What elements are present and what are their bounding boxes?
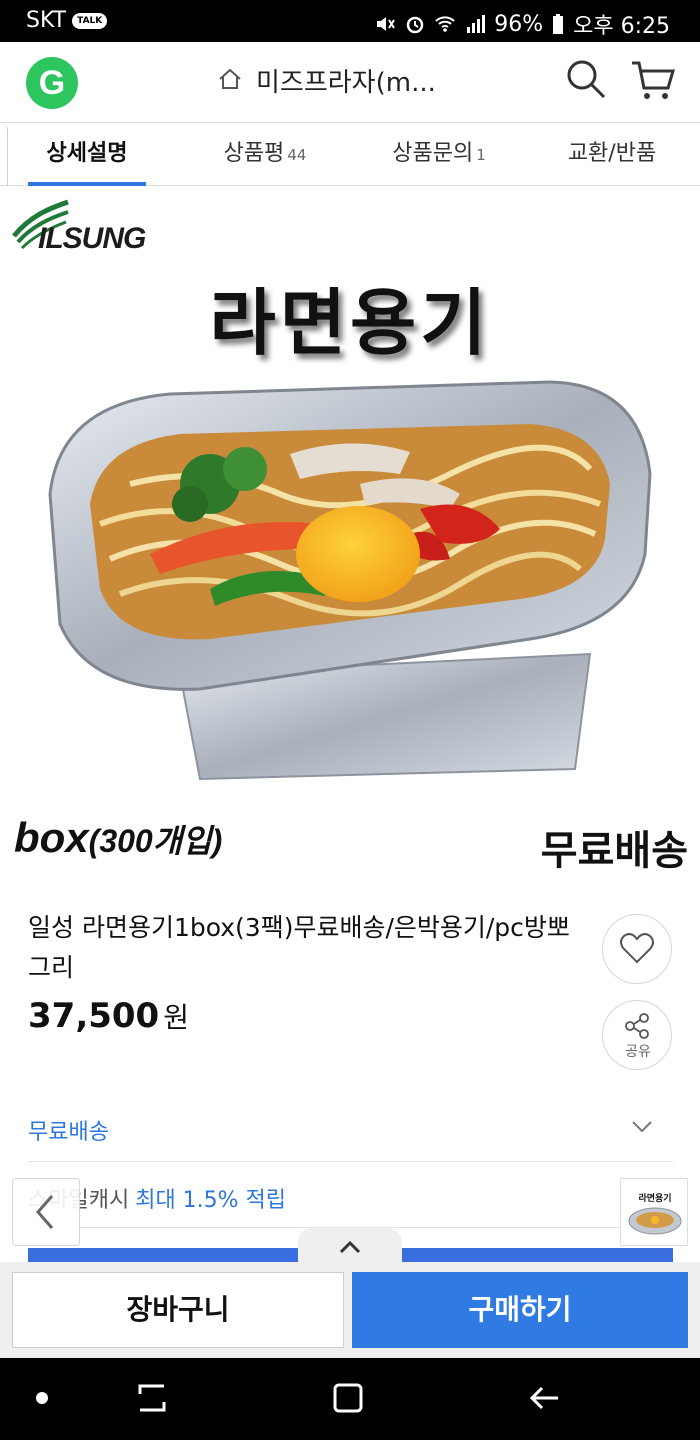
heart-icon bbox=[620, 933, 654, 964]
tab-reviews[interactable]: 상품평 44 bbox=[200, 123, 330, 186]
thumbnail-image bbox=[628, 1207, 682, 1235]
gmarket-logo[interactable]: G bbox=[26, 57, 78, 109]
detail-tabs: 상세설명 상품평 44 상품문의 1 교환/반품 bbox=[0, 122, 700, 186]
ramen-container-photo bbox=[48, 380, 652, 781]
price-value: 37,500 bbox=[28, 996, 160, 1036]
expand-panel-tab[interactable] bbox=[298, 1228, 402, 1264]
smile-cash-benefit: 최대 1.5% 적립 bbox=[135, 1188, 287, 1213]
product-detail-image: ILSUNG 라면용기 box(300개입) 무료배송 bbox=[0, 186, 700, 882]
share-button[interactable]: 공유 bbox=[602, 1000, 672, 1070]
recent-apps-icon[interactable] bbox=[136, 1380, 168, 1416]
tab-label: 상세설명 bbox=[46, 141, 128, 166]
box-label: box(300개입) bbox=[14, 814, 222, 862]
shipping-label: 무료배송 bbox=[28, 1120, 109, 1145]
mute-icon bbox=[377, 17, 396, 31]
app-header: G 미즈프라자(m... bbox=[0, 42, 700, 122]
tab-questions[interactable]: 상품문의 1 bbox=[374, 123, 504, 186]
status-bar: SKT TALK 96% 오후 6:25 bbox=[0, 0, 700, 42]
recent-product-thumbnail[interactable]: 라면용기 bbox=[620, 1178, 688, 1246]
carrier-label: SKT bbox=[26, 8, 67, 33]
system-nav-bar bbox=[0, 1358, 700, 1440]
cart-icon[interactable] bbox=[630, 58, 676, 102]
tab-count: 1 bbox=[476, 146, 486, 164]
product-title: 일성 라면용기1box(3팩)무료배송/은박용기/pc방뽀그리 bbox=[28, 913, 570, 982]
battery-icon bbox=[553, 14, 564, 34]
add-to-cart-button[interactable]: 장바구니 bbox=[12, 1272, 344, 1348]
search-icon[interactable] bbox=[565, 58, 607, 100]
alarm-icon bbox=[406, 16, 424, 34]
wifi-icon bbox=[435, 16, 455, 32]
chevron-up-icon bbox=[339, 1240, 361, 1254]
kakaotalk-icon: TALK bbox=[72, 12, 108, 29]
tab-count: 44 bbox=[287, 146, 307, 164]
product-price: 37,500 원 bbox=[28, 996, 189, 1036]
shop-name-link[interactable]: 미즈프라자(m... bbox=[256, 62, 436, 99]
image-title: 라면용기 bbox=[209, 281, 491, 365]
brand-name: ILSUNG bbox=[38, 222, 146, 255]
tab-label: 상품문의 bbox=[392, 141, 474, 166]
wishlist-button[interactable] bbox=[602, 914, 672, 984]
signal-icon bbox=[467, 15, 486, 33]
box-word: box bbox=[14, 814, 89, 861]
price-currency: 원 bbox=[163, 1001, 189, 1034]
battery-percent: 96% bbox=[494, 11, 544, 37]
tab-label: 상품평 bbox=[223, 141, 285, 166]
box-quantity: (300개입) bbox=[88, 823, 223, 859]
free-shipping-image-text: 무료배송 bbox=[540, 828, 688, 874]
home-nav-icon[interactable] bbox=[332, 1382, 364, 1414]
back-nav-icon[interactable] bbox=[528, 1382, 560, 1414]
home-icon[interactable] bbox=[217, 66, 243, 92]
tab-label: 교환/반품 bbox=[567, 141, 657, 166]
nav-dot-icon[interactable] bbox=[36, 1392, 48, 1404]
shipping-row[interactable]: 무료배송 bbox=[28, 1100, 673, 1162]
buy-now-button[interactable]: 구매하기 bbox=[352, 1272, 688, 1348]
clock: 오후 6:25 bbox=[573, 14, 670, 39]
chevron-left-icon bbox=[36, 1195, 54, 1229]
purchase-bar: 장바구니 구매하기 bbox=[0, 1262, 700, 1358]
share-label: 공유 bbox=[625, 1044, 651, 1060]
back-button[interactable] bbox=[12, 1178, 80, 1246]
smile-cash-row: 스마일캐시최대 1.5% 적립 bbox=[28, 1162, 673, 1228]
tab-description[interactable]: 상세설명 bbox=[28, 123, 146, 186]
chevron-down-icon bbox=[632, 1121, 652, 1133]
tab-exchange-return[interactable]: 교환/반품 bbox=[548, 123, 676, 186]
